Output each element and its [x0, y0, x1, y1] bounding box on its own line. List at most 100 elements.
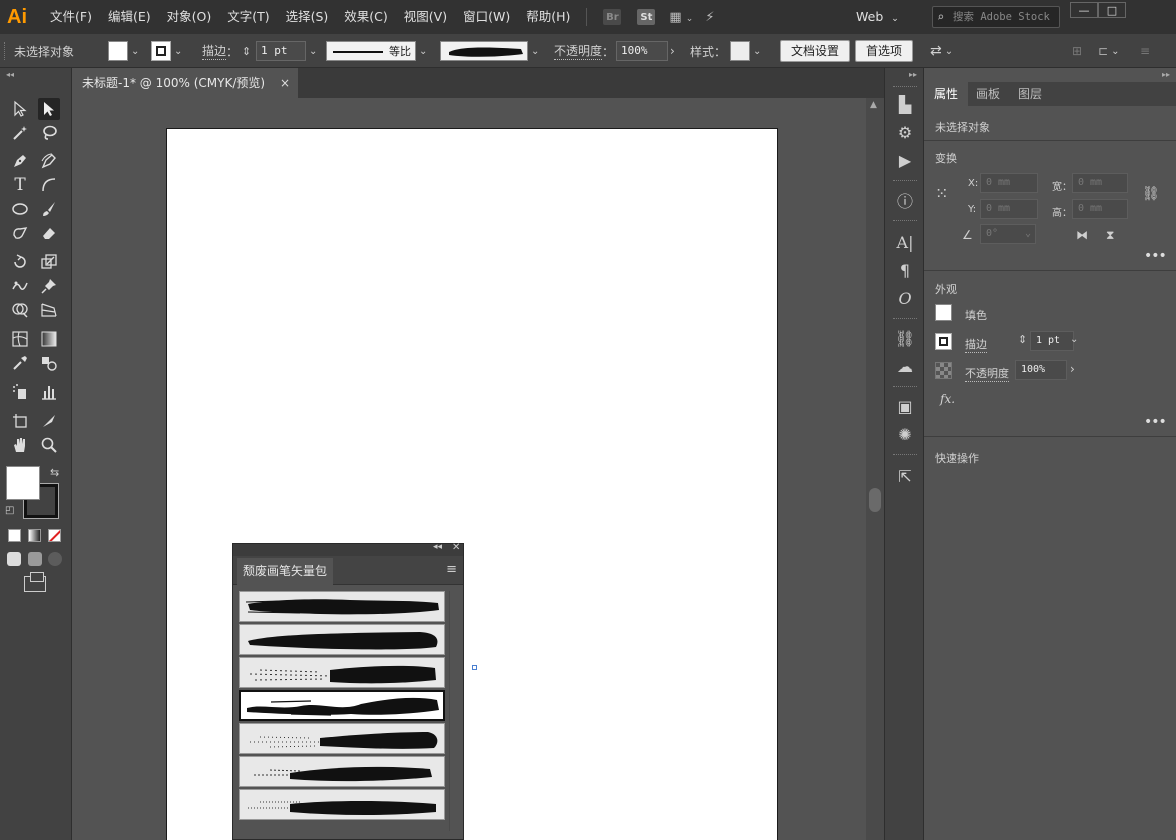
asset-export-icon[interactable]: ▣ — [895, 396, 915, 416]
preferences-button[interactable]: 首选项 — [855, 40, 914, 62]
canvas-area[interactable] — [72, 98, 866, 840]
stroke-weight-input[interactable]: 1 pt — [1030, 331, 1074, 351]
width-input[interactable]: 0 mm — [1072, 173, 1128, 193]
artboard-tool-icon[interactable] — [9, 410, 31, 432]
eraser-tool-icon[interactable] — [38, 222, 60, 244]
color-guide-icon[interactable]: ✺ — [895, 424, 915, 444]
stock-icon[interactable]: St — [637, 9, 656, 25]
selection-tool-icon[interactable] — [9, 98, 31, 120]
fx-icon[interactable]: fx. — [940, 392, 955, 406]
flip-vertical-icon[interactable]: ⧗ — [1106, 228, 1114, 243]
scroll-thumb[interactable] — [869, 488, 881, 512]
flip-horizontal-icon[interactable]: ⧓ — [1076, 228, 1088, 242]
menu-effect[interactable]: 效果(C) — [336, 0, 395, 34]
menu-select[interactable]: 选择(S) — [278, 0, 337, 34]
mesh-tool-icon[interactable] — [9, 328, 31, 350]
creative-cloud-icon[interactable]: ☁ — [895, 356, 915, 376]
fill-color-swatch[interactable] — [6, 466, 40, 500]
chevron-down-icon[interactable]: ⌄ — [1070, 334, 1078, 345]
scroll-up-icon[interactable]: ▲ — [870, 100, 877, 110]
stroke-swatch[interactable] — [935, 333, 952, 350]
menu-view[interactable]: 视图(V) — [396, 0, 455, 34]
panel-grip[interactable] — [893, 386, 917, 389]
brush-item[interactable] — [239, 756, 445, 787]
y-input[interactable]: 0 mm — [980, 199, 1038, 219]
brush-item[interactable] — [239, 789, 445, 820]
collapse-icon[interactable]: ▸▸ — [1162, 70, 1170, 79]
character-icon[interactable]: A| — [895, 232, 915, 252]
menu-help[interactable]: 帮助(H) — [518, 0, 578, 34]
chevron-right-icon[interactable]: › — [1070, 362, 1075, 376]
vertical-scrollbar[interactable]: ▲ — [866, 98, 884, 840]
fill-color-dropdown[interactable]: ⌄ — [108, 34, 139, 68]
more-options-icon[interactable]: ••• — [1144, 248, 1167, 264]
opacity-input[interactable]: 100% — [1015, 360, 1067, 380]
menu-file[interactable]: 文件(F) — [42, 0, 100, 34]
stroke-weight-dropdown[interactable]: ⌄ — [306, 34, 317, 68]
panel-menu-icon[interactable]: ≡ — [1140, 34, 1150, 68]
swap-colors-icon[interactable]: ⇆ — [50, 466, 59, 479]
libraries-icon[interactable]: ▙ — [895, 94, 915, 114]
more-options-icon[interactable]: ••• — [1144, 414, 1167, 430]
arrange-icon[interactable]: ⇄ ⌄ — [930, 34, 953, 68]
tab-properties[interactable]: 属性 — [924, 82, 969, 106]
eyedropper-tool-icon[interactable] — [9, 352, 31, 374]
actions-play-icon[interactable]: ▶ — [895, 150, 915, 170]
document-setup-button[interactable]: 文档设置 — [780, 40, 851, 62]
magic-wand-tool-icon[interactable] — [9, 122, 31, 144]
draw-normal-icon[interactable] — [7, 552, 21, 566]
menu-edit[interactable]: 编辑(E) — [100, 0, 159, 34]
document-tab[interactable]: 未标题-1* @ 100% (CMYK/预览) × — [72, 68, 298, 98]
draw-behind-icon[interactable] — [28, 552, 42, 566]
export-icon[interactable]: ⇱ — [895, 466, 915, 486]
close-icon[interactable]: × — [280, 68, 290, 98]
screen-mode-icon[interactable] — [24, 572, 46, 592]
shaper-tool-icon[interactable] — [9, 222, 31, 244]
close-icon[interactable]: ✕ — [452, 542, 460, 553]
gpu-performance-icon[interactable]: ⚡ — [705, 10, 714, 25]
collapse-icon[interactable]: ◂◂ — [433, 542, 442, 552]
zoom-tool-icon[interactable] — [38, 434, 60, 456]
info-icon[interactable]: ⓘ — [895, 190, 915, 211]
height-input[interactable]: 0 mm — [1072, 199, 1128, 219]
brush-panel-tab[interactable]: 颓废画笔矢量包 — [237, 558, 334, 585]
links-icon[interactable]: ⛓ — [895, 328, 915, 348]
settings-gear-icon[interactable]: ⚙ — [895, 122, 915, 142]
gradient-tool-icon[interactable] — [38, 328, 60, 350]
gradient-mode-icon[interactable] — [28, 529, 41, 542]
panel-grip[interactable] — [4, 42, 7, 60]
paragraph-icon[interactable]: ¶ — [895, 260, 915, 280]
pen-tool-icon[interactable] — [9, 150, 31, 172]
column-graph-tool-icon[interactable] — [38, 381, 60, 403]
brush-item[interactable] — [239, 624, 445, 655]
draw-inside-icon[interactable] — [48, 552, 62, 566]
align-grid-icon[interactable]: ⊞ — [1072, 34, 1082, 68]
rotation-input[interactable]: 0° ⌄ — [980, 224, 1036, 244]
stroke-color-dropdown[interactable]: ⌄ — [151, 34, 182, 68]
panel-grip[interactable] — [893, 454, 917, 457]
collapse-icon[interactable]: ▸▸ — [909, 70, 917, 79]
constrain-proportions-icon[interactable]: ⛓ — [1142, 186, 1160, 202]
opentype-icon[interactable]: O — [895, 288, 915, 308]
perspective-grid-tool-icon[interactable] — [38, 299, 60, 321]
workspace-switcher[interactable]: Web ⌄ — [856, 0, 899, 34]
stroke-label[interactable]: 描边 — [965, 336, 987, 353]
collapse-icon[interactable]: ◂◂ — [6, 70, 14, 79]
curvature-pen-tool-icon[interactable] — [38, 150, 60, 172]
tab-layers[interactable]: 图层 — [1008, 82, 1052, 106]
brush-item-selected[interactable] — [239, 690, 445, 721]
none-mode-icon[interactable] — [48, 529, 61, 542]
paintbrush-tool-icon[interactable] — [38, 198, 60, 220]
ellipse-tool-icon[interactable] — [9, 198, 31, 220]
default-colors-icon[interactable]: ◰ — [5, 505, 14, 516]
slice-tool-icon[interactable] — [38, 410, 60, 432]
puppet-warp-tool-icon[interactable] — [9, 275, 31, 297]
panel-grip[interactable] — [893, 86, 917, 89]
symbol-sprayer-tool-icon[interactable] — [9, 381, 31, 403]
blend-tool-icon[interactable] — [38, 352, 60, 374]
rotate-tool-icon[interactable] — [9, 251, 31, 273]
bridge-icon[interactable]: Br — [603, 9, 622, 25]
direct-selection-tool-icon[interactable] — [38, 98, 60, 120]
menu-object[interactable]: 对象(O) — [159, 0, 220, 34]
reference-point-icon[interactable]: ⁙ — [935, 184, 948, 203]
